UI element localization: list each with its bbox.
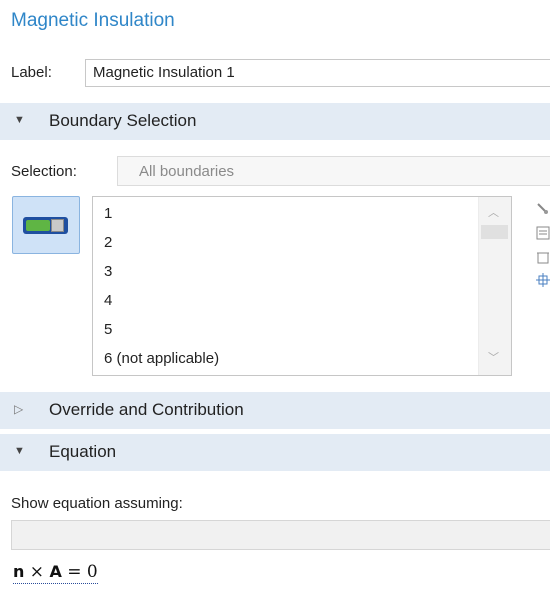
equation-n: n [13,562,25,581]
list-item[interactable]: 3 [104,263,112,280]
toggle-on-indicator [26,220,50,231]
equation-assumption-combo[interactable] [11,520,550,550]
list-item[interactable]: 1 [104,205,112,222]
section-label-equation: Equation [49,442,117,461]
clear-icon[interactable] [536,250,550,264]
paste-icon[interactable] [536,202,550,216]
zoom-extents-icon[interactable] [536,273,550,287]
label-field-label: Label: [11,64,52,81]
section-label-override: Override and Contribution [49,400,244,419]
list-item[interactable]: 5 [104,321,112,338]
toggle-knob [51,219,64,232]
section-header-boundary-selection[interactable]: ▼ Boundary Selection [0,103,550,140]
section-header-equation[interactable]: ▼ Equation [0,434,550,471]
label-input[interactable]: Magnetic Insulation 1 [85,59,550,87]
panel-title: Magnetic Insulation [11,10,175,31]
list-item[interactable]: 6 (not applicable) [104,350,219,367]
toggle-active-icon [23,217,68,234]
equation-display: n × A = 0 [13,562,98,584]
equation-A: A [49,562,62,581]
selection-combo[interactable]: All boundaries [117,156,550,186]
section-header-override[interactable]: ▷ Override and Contribution [0,392,550,429]
section-label-boundary-selection: Boundary Selection [49,111,197,130]
equation-rhs: = 0 [61,562,98,582]
selection-label: Selection: [11,163,77,180]
list-item[interactable]: 2 [104,234,112,251]
boundary-list[interactable]: 1 2 3 4 5 6 (not applicable) ︿ ﹀ [92,196,512,376]
list-scrollbar[interactable]: ︿ ﹀ [478,197,511,375]
expanded-arrow-icon: ▼ [14,445,25,457]
collapsed-arrow-icon: ▷ [14,402,24,416]
scroll-down-icon[interactable]: ﹀ [488,349,499,365]
list-item[interactable]: 4 [104,292,112,309]
show-equation-label: Show equation assuming: [11,495,183,512]
label-row: Label: Magnetic Insulation 1 [0,57,550,89]
equation-cross: × [24,562,50,582]
scroll-up-icon[interactable]: ︿ [488,204,499,220]
expanded-arrow-icon: ▼ [14,114,25,126]
copy-icon[interactable] [536,226,550,240]
active-toggle-button[interactable] [12,196,80,254]
scroll-thumb[interactable] [481,225,508,239]
